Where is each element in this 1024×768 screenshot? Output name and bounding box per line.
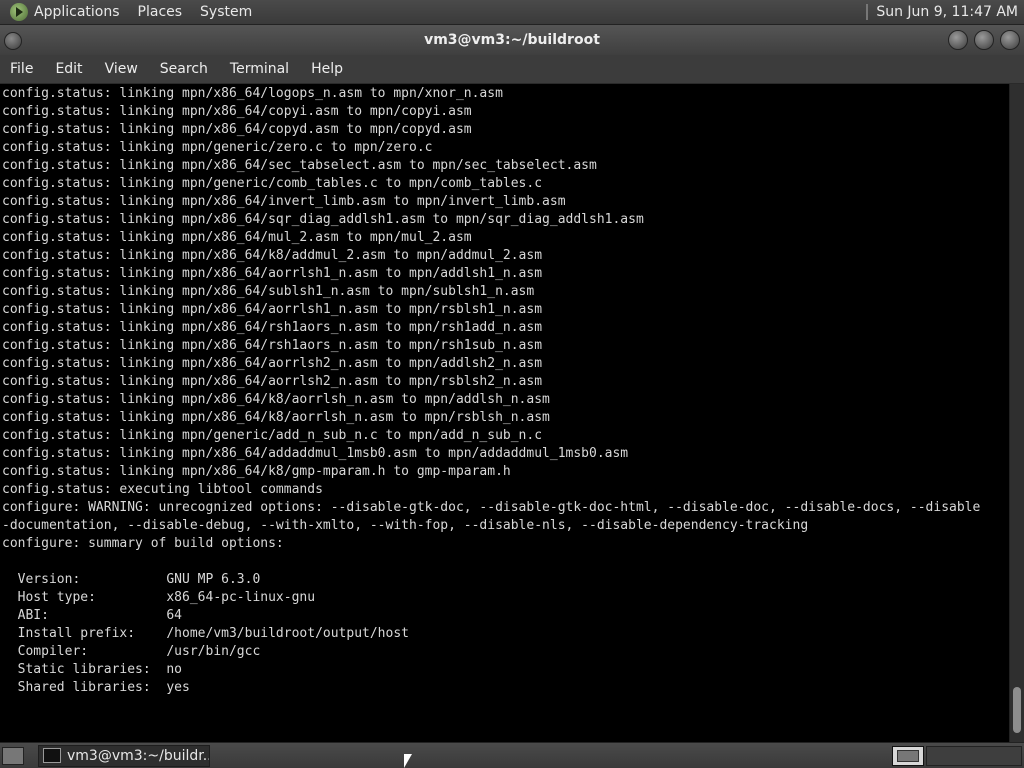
top-panel: Applications Places System Sun Jun 9, 11…: [0, 0, 1024, 25]
terminal-line: config.status: linking mpn/x86_64/aorrls…: [2, 356, 543, 371]
terminal-line: config.status: linking mpn/generic/comb_…: [2, 176, 543, 191]
terminal-line: config.status: linking mpn/x86_64/k8/add…: [2, 248, 543, 263]
terminal-line: ABI: 64: [2, 608, 183, 623]
menu-search[interactable]: Search: [150, 61, 220, 77]
terminal-line: Shared libraries: yes: [2, 680, 190, 695]
terminal-line: config.status: linking mpn/x86_64/aorrls…: [2, 302, 543, 317]
terminal-line: Version: GNU MP 6.3.0: [2, 572, 261, 587]
terminal-line: config.status: linking mpn/x86_64/invert…: [2, 194, 566, 209]
distro-logo-icon[interactable]: [10, 3, 28, 21]
terminal-window: vm3@vm3:~/buildroot File Edit View Searc…: [0, 25, 1024, 743]
applications-menu[interactable]: Applications: [34, 4, 120, 20]
menu-terminal[interactable]: Terminal: [220, 61, 301, 77]
terminal-line: configure: WARNING: unrecognized options…: [2, 500, 981, 515]
maximize-button[interactable]: [974, 30, 994, 50]
close-button[interactable]: [1000, 30, 1020, 50]
terminal-line: configure: summary of build options:: [2, 536, 284, 551]
terminal-output[interactable]: config.status: linking mpn/x86_64/logops…: [0, 84, 1010, 743]
panel-separator: [866, 4, 869, 20]
workspace-switcher[interactable]: [926, 746, 1022, 766]
menu-file[interactable]: File: [0, 61, 45, 77]
show-desktop-icon[interactable]: [2, 746, 24, 765]
places-menu[interactable]: Places: [138, 4, 183, 20]
terminal-line: config.status: linking mpn/x86_64/sec_ta…: [2, 158, 597, 173]
terminal-line: config.status: linking mpn/x86_64/k8/gmp…: [2, 464, 511, 479]
menu-view[interactable]: View: [95, 61, 150, 77]
clock[interactable]: Sun Jun 9, 11:47 AM: [876, 4, 1018, 20]
terminal-line: config.status: linking mpn/x86_64/sqr_di…: [2, 212, 644, 227]
terminal-line: config.status: linking mpn/x86_64/copyd.…: [2, 122, 472, 137]
terminal-icon: [43, 748, 61, 763]
terminal-line: config.status: linking mpn/x86_64/sublsh…: [2, 284, 535, 299]
terminal-line: config.status: linking mpn/generic/add_n…: [2, 428, 543, 443]
terminal-line: config.status: linking mpn/generic/zero.…: [2, 140, 433, 155]
window-titlebar[interactable]: vm3@vm3:~/buildroot: [0, 25, 1024, 55]
terminal-line: config.status: linking mpn/x86_64/logops…: [2, 86, 503, 101]
terminal-scrollbar[interactable]: [1009, 84, 1024, 743]
window-title: vm3@vm3:~/buildroot: [424, 32, 600, 48]
terminal-lines: config.status: linking mpn/x86_64/logops…: [0, 84, 1010, 697]
terminal-line: Install prefix: /home/vm3/buildroot/outp…: [2, 626, 409, 641]
scrollbar-thumb[interactable]: [1013, 687, 1021, 733]
menubar: File Edit View Search Terminal Help: [0, 55, 1024, 84]
menu-help[interactable]: Help: [301, 61, 355, 77]
menu-edit[interactable]: Edit: [45, 61, 94, 77]
terminal-line: config.status: linking mpn/x86_64/aorrls…: [2, 266, 543, 281]
workspace-1[interactable]: [892, 746, 924, 766]
terminal-line: config.status: linking mpn/x86_64/rsh1ao…: [2, 338, 543, 353]
terminal-line: config.status: linking mpn/x86_64/aorrls…: [2, 374, 543, 389]
terminal-line: Static libraries: no: [2, 662, 183, 677]
terminal-line: config.status: linking mpn/x86_64/rsh1ao…: [2, 320, 543, 335]
terminal-line: -documentation, --disable-debug, --with-…: [2, 518, 809, 533]
terminal-line: config.status: executing libtool command…: [2, 482, 323, 497]
minimize-button[interactable]: [948, 30, 968, 50]
taskbar-item-terminal[interactable]: vm3@vm3:~/buildr...: [38, 744, 210, 767]
bottom-panel: vm3@vm3:~/buildr...: [0, 742, 1024, 768]
mouse-cursor: [404, 754, 412, 768]
taskbar-item-label: vm3@vm3:~/buildr...: [67, 747, 210, 764]
window-menu-icon[interactable]: [4, 32, 22, 50]
terminal-line: config.status: linking mpn/x86_64/k8/aor…: [2, 410, 550, 425]
terminal-line: config.status: linking mpn/x86_64/mul_2.…: [2, 230, 472, 245]
system-menu[interactable]: System: [200, 4, 252, 20]
terminal-line: config.status: linking mpn/x86_64/copyi.…: [2, 104, 472, 119]
terminal-line: config.status: linking mpn/x86_64/addadd…: [2, 446, 629, 461]
terminal-line: Compiler: /usr/bin/gcc: [2, 644, 261, 659]
terminal-line: config.status: linking mpn/x86_64/k8/aor…: [2, 392, 550, 407]
terminal-line: Host type: x86_64-pc-linux-gnu: [2, 590, 316, 605]
